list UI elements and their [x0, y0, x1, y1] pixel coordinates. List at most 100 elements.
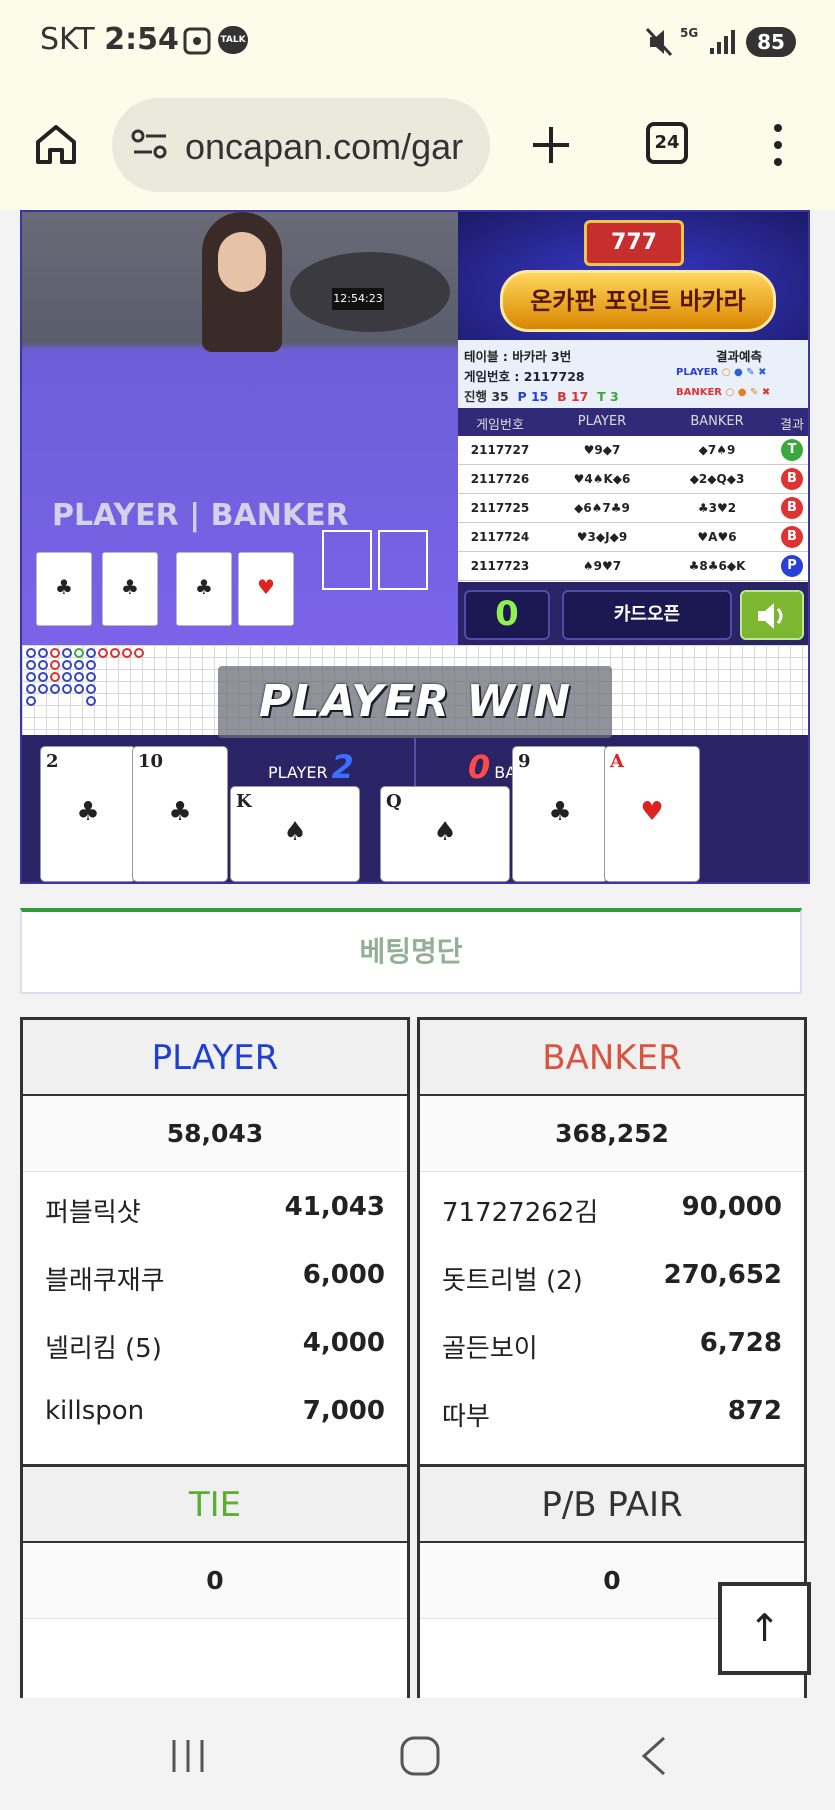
bettor-name: killspon [45, 1396, 145, 1426]
player-panel-title: PLAYER [23, 1020, 407, 1096]
video-table-label: PLAYER | BANKER [52, 498, 349, 533]
history-player-cards: ♥9◆7 [583, 443, 621, 457]
battery-indicator: 85 [746, 27, 796, 57]
road-marker [62, 660, 72, 670]
pred-banker-row: BANKER ○ ● ✎ ✖ [676, 387, 771, 398]
scroll-top-button[interactable]: ↑ [718, 1582, 811, 1675]
card-suit: ♠ [283, 817, 307, 847]
road-marker [50, 684, 60, 694]
bet-amount: 6,728 [699, 1328, 782, 1358]
history-game-id: 2117725 [470, 501, 530, 515]
tie-total: 0 [23, 1543, 407, 1619]
network-type: 5G [680, 26, 699, 40]
result-card: 9 ♣ [512, 746, 608, 882]
url-text: oncapan.com/gar [185, 126, 464, 167]
road-marker [110, 648, 120, 658]
road-marker [26, 672, 36, 682]
betting-list-title: 베팅명단 [20, 908, 802, 994]
history-game-id: 2117727 [470, 443, 530, 457]
history-table: 게임번호 PLAYER BANKER 결과 2117727 ♥9◆7 ◆7♠9 T 21… [458, 408, 808, 582]
status-carrier-time: SKT 2:54 [40, 22, 179, 57]
history-game-id: 2117726 [470, 472, 530, 486]
slot-machine-graphic: 777 [584, 220, 684, 266]
card-suit: ♣ [168, 797, 192, 827]
round-counter: 0 [464, 590, 550, 640]
result-card: 10 ♣ [132, 746, 228, 882]
result-card: A ♥ [604, 746, 700, 882]
bet-amount: 872 [727, 1396, 782, 1426]
history-player-cards: ♠9♥7 [582, 559, 622, 573]
card-rank: A [610, 751, 624, 772]
history-row: 2117723 ♠9♥7 ♣8♣6◆K P [458, 552, 808, 581]
road-marker [86, 696, 96, 706]
history-result-badge: B [781, 468, 803, 490]
home-icon[interactable] [34, 122, 78, 166]
road-marker [62, 672, 72, 682]
more-menu-icon[interactable] [766, 122, 790, 168]
road-marker [74, 672, 84, 682]
empty-card-slot [322, 530, 372, 590]
history-player-cards: ♥4♠K◆6 [573, 472, 631, 486]
banker-bettor-row: 돗트리벌 (2) 270,652 [420, 1240, 804, 1308]
video-timer: 12:54:23 [332, 288, 384, 310]
history-result-badge: B [781, 526, 803, 548]
sound-toggle-button[interactable] [740, 590, 804, 640]
browser-toolbar: oncapan.com/gar 24 [0, 84, 835, 210]
road-marker [74, 648, 84, 658]
history-header: 게임번호 PLAYER BANKER 결과 [458, 408, 808, 436]
card-suit: ♠ [433, 817, 457, 847]
card-rank: Q [386, 791, 402, 812]
banker-total: 368,252 [420, 1096, 804, 1172]
signal-icon [710, 30, 735, 54]
road-marker [38, 648, 48, 658]
bettor-name: 71727262김 [442, 1198, 599, 1228]
back-icon[interactable] [636, 1734, 672, 1778]
card-open-button[interactable]: 카드오픈 [562, 590, 732, 640]
tab-switcher-button[interactable]: 24 [646, 122, 688, 164]
road-marker [26, 696, 36, 706]
road-marker [50, 660, 60, 670]
new-tab-icon[interactable] [530, 124, 572, 166]
result-card: 2 ♣ [40, 746, 136, 882]
road-marker [26, 648, 36, 658]
history-row: 2117726 ♥4♠K◆6 ◆2◆Q◆3 B [458, 465, 808, 494]
prediction-label: 결과예측 [716, 349, 763, 364]
video-card: ♣ [102, 552, 158, 626]
baccarat-game-widget: 12:54:23 PLAYER | BANKER ♣ ♣ ♣ ♥ 777 온카판… [20, 210, 810, 884]
road-marker [74, 684, 84, 694]
card-suit: ♣ [548, 797, 572, 827]
home-nav-icon[interactable] [398, 1734, 442, 1778]
card-rank: 10 [138, 751, 164, 772]
game-logo: 777 온카판 포인트 바카라 [458, 212, 808, 340]
result-banner: PLAYER WIN [218, 666, 612, 738]
talk-icon: TALK [218, 26, 248, 54]
road-marker [86, 648, 96, 658]
player-bet-panel: PLAYER 58,043 퍼블릭샷 41,043 블래쿠재쿠 6,000 넬리킴 (5… [20, 1017, 410, 1467]
history-player-cards: ◆6♠7♣9 [574, 501, 630, 515]
road-marker [50, 672, 60, 682]
history-row: 2117724 ♥3◆J◆9 ♥A♥6 B [458, 523, 808, 552]
mute-icon [645, 27, 673, 57]
road-marker [86, 684, 96, 694]
bet-amount: 6,000 [302, 1260, 385, 1290]
bet-amount: 7,000 [302, 1396, 385, 1426]
recent-apps-icon[interactable] [168, 1736, 208, 1776]
history-game-id: 2117724 [470, 530, 530, 544]
tie-panel-title: TIE [23, 1467, 407, 1543]
tie-bet-panel: TIE 0 [20, 1464, 410, 1714]
history-result-badge: P [781, 555, 803, 577]
bettor-name: 돗트리벌 (2) [442, 1266, 583, 1296]
result-card: K ♠ [230, 786, 360, 882]
screenshot-icon [183, 27, 211, 55]
banker-bettor-row: 따부 872 [420, 1376, 804, 1444]
arrow-up-icon: ↑ [748, 1606, 781, 1650]
card-rank: 2 [46, 751, 59, 772]
live-dealer-video[interactable]: 12:54:23 PLAYER | BANKER ♣ ♣ ♣ ♥ [22, 212, 458, 645]
site-settings-icon[interactable] [130, 128, 170, 162]
bettor-name: 따부 [442, 1402, 490, 1432]
address-bar[interactable]: oncapan.com/gar [112, 98, 490, 192]
banker-bettor-row: 71727262김 90,000 [420, 1172, 804, 1240]
game-number: 게임번호 : 2117728 [464, 369, 585, 384]
road-marker [62, 648, 72, 658]
card-rank: 9 [518, 751, 531, 772]
